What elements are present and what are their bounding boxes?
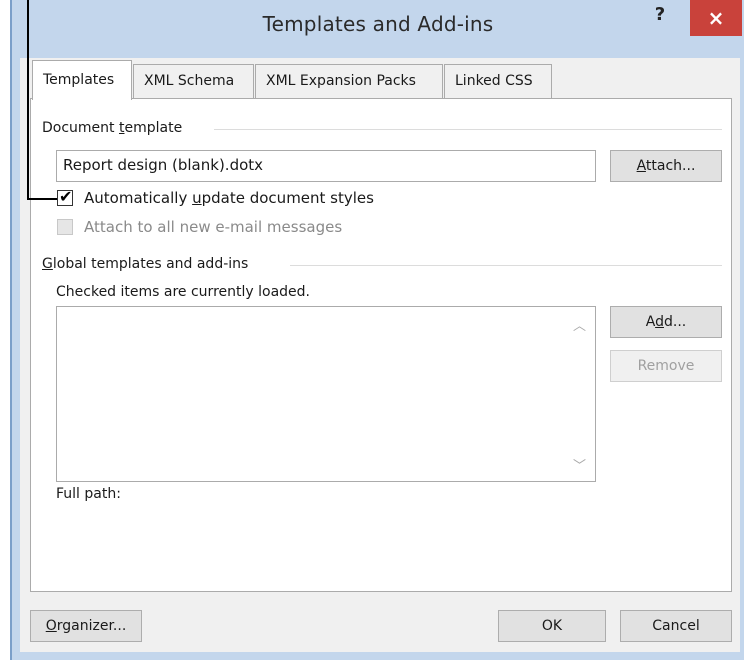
scroll-down-icon[interactable]: ﹀ — [573, 455, 586, 474]
document-template-field[interactable]: Report design (blank).dotx — [56, 150, 596, 182]
organizer-button[interactable]: Organizer... — [30, 610, 142, 642]
tab-label: XML Expansion Packs — [266, 73, 416, 89]
help-icon: ? — [654, 4, 666, 25]
tab-linked-css[interactable]: Linked CSS — [444, 64, 552, 98]
scroll-up-icon[interactable]: ︿ — [573, 315, 586, 334]
attach-button[interactable]: Attach... — [610, 150, 722, 182]
document-template-value: Report design (blank).dotx — [63, 156, 264, 174]
callout-line — [27, 0, 29, 200]
ok-button[interactable]: OK — [498, 610, 606, 642]
close-icon: × — [707, 6, 725, 30]
tab-label: XML Schema — [144, 73, 235, 89]
check-icon: ✔ — [59, 187, 73, 206]
attach-all-email-checkbox[interactable] — [57, 219, 73, 235]
tab-label: Linked CSS — [455, 73, 533, 89]
document-template-heading: Document template — [42, 120, 183, 136]
auto-update-label[interactable]: Automatically update document styles — [84, 189, 374, 207]
tab-xml-expansion-packs[interactable]: XML Expansion Packs — [255, 64, 443, 98]
tab-label: Templates — [43, 72, 115, 88]
close-button[interactable]: × — [690, 0, 742, 36]
help-button[interactable]: ? — [642, 4, 678, 34]
tab-templates[interactable]: Templates — [32, 60, 132, 100]
title-bar[interactable]: Templates and Add-ins ? × — [12, 0, 744, 58]
cancel-button[interactable]: Cancel — [620, 610, 732, 642]
section-divider — [290, 265, 722, 266]
global-templates-list[interactable]: ︿ ﹀ — [56, 306, 596, 482]
tab-xml-schema[interactable]: XML Schema — [133, 64, 254, 98]
section-divider — [214, 129, 722, 130]
loaded-items-note: Checked items are currently loaded. — [56, 284, 310, 300]
full-path-label: Full path: — [56, 486, 121, 502]
remove-button[interactable]: Remove — [610, 350, 722, 382]
attach-all-email-label: Attach to all new e-mail messages — [84, 218, 343, 236]
add-button[interactable]: Add... — [610, 306, 722, 338]
callout-line-pointer — [27, 198, 57, 200]
global-templates-heading: Global templates and add-ins — [42, 256, 249, 272]
auto-update-checkbox[interactable]: ✔ — [57, 187, 73, 206]
dialog-title: Templates and Add-ins — [262, 12, 494, 36]
